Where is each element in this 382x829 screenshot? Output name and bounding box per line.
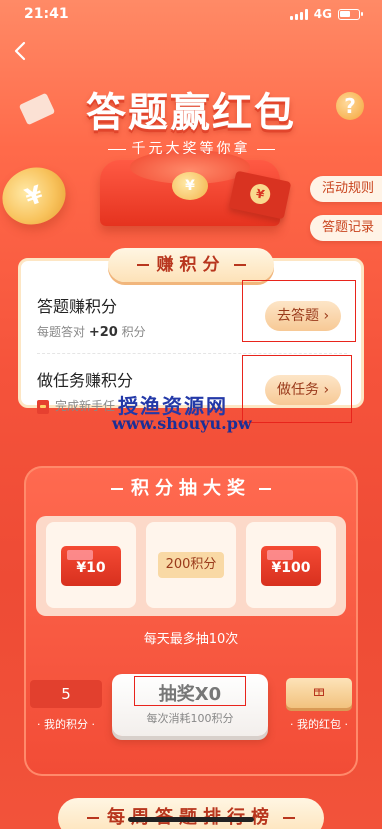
status-right: 4G xyxy=(289,7,363,21)
page-subtitle: 千元大奖等你拿 xyxy=(0,138,382,158)
earn-points-label-text: 赚积分 xyxy=(156,255,226,275)
page: 21:41 4G ? ¥ ¥ 答题赢红包 千元大奖等你拿 活动规则 答题记录 答… xyxy=(0,0,382,829)
lottery-title: 积分抽大奖 xyxy=(0,474,382,500)
gift-icon xyxy=(314,688,324,696)
my-redpack-label-text: 我的红包 xyxy=(297,718,341,731)
quiz-earn-sub-suffix: 积分 xyxy=(121,325,146,339)
network-type: 4G xyxy=(313,7,332,21)
my-points-label-text: 我的积分 xyxy=(44,718,88,731)
coin-decoration: ¥ xyxy=(0,158,74,234)
quiz-earn-sub-prefix: 每题答对 xyxy=(37,325,86,339)
highlight-box-answer xyxy=(242,280,356,342)
battery-icon xyxy=(338,8,363,20)
signal-icon xyxy=(289,8,308,20)
back-arrow-icon[interactable] xyxy=(10,40,32,62)
prize-item: ¥10 xyxy=(46,522,136,608)
daily-draw-limit: 每天最多抽10次 xyxy=(143,632,239,647)
red-packet-icon xyxy=(37,399,49,414)
highlight-box-draw xyxy=(134,676,246,706)
home-indicator xyxy=(128,817,254,822)
my-redpack-label: · 我的红包 · xyxy=(290,718,348,731)
my-points-value: 5 xyxy=(30,680,102,708)
earn-points-label: 赚积分 xyxy=(108,248,274,282)
red-envelope-prize: ¥100 xyxy=(261,546,321,586)
my-redpack-button[interactable] xyxy=(286,678,352,708)
points-prize: 200积分 xyxy=(158,552,224,578)
quiz-records-button[interactable]: 答题记录 xyxy=(309,215,382,241)
divider xyxy=(37,353,347,354)
activity-rules-button[interactable]: 活动规则 xyxy=(309,176,382,202)
status-time: 21:41 xyxy=(24,6,69,22)
prize-item: ¥100 xyxy=(246,522,336,608)
quiz-earn-points: +20 xyxy=(88,325,118,340)
weekly-rank-label: 每周答题排行榜 xyxy=(58,798,324,829)
small-coin-decoration: ¥ xyxy=(172,172,208,200)
weekly-rank-label-pill: 每周答题排行榜 xyxy=(58,798,324,829)
status-bar: 21:41 4G xyxy=(0,0,382,28)
my-points-label: · 我的积分 · xyxy=(37,718,95,731)
lottery-title-text: 积分抽大奖 xyxy=(131,478,251,499)
prize-item: 200积分 xyxy=(146,522,236,608)
highlight-box-tasks xyxy=(242,355,352,423)
page-title: 答题赢红包 xyxy=(86,90,296,136)
draw-cost-note: 每次消耗100积分 xyxy=(146,712,234,725)
page-subtitle-text: 千元大奖等你拿 xyxy=(131,141,251,157)
red-envelope-prize: ¥10 xyxy=(61,546,121,586)
task-earn-sub-text: 完成新手任 xyxy=(55,399,116,413)
watermark-url: www.shouyu.pw xyxy=(112,414,252,433)
